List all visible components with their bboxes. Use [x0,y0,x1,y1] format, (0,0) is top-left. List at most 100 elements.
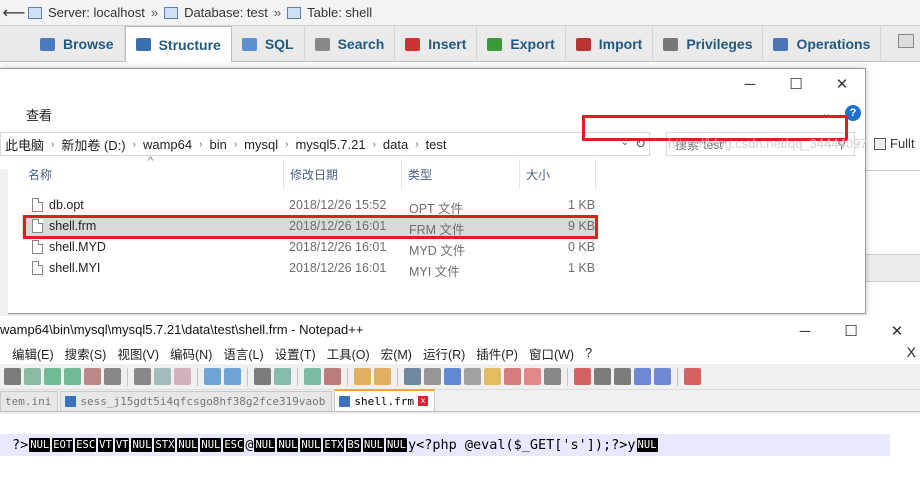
address-segment[interactable]: mysql [240,137,282,152]
menu-item[interactable]: ? [585,346,600,360]
tab-privileges[interactable]: Privileges [653,26,764,62]
toolbar-tool-icon[interactable] [44,368,61,385]
tab-structure[interactable]: Structure [124,26,232,62]
toolbar-tool-icon[interactable] [634,368,651,385]
chevron-down-icon[interactable]: ⌄ [822,107,831,120]
tab-insert[interactable]: Insert [395,26,478,62]
address-segment[interactable]: test [422,137,451,152]
tab-browse[interactable]: Browse [30,26,125,62]
menu-item[interactable]: 设置(T) [275,344,324,363]
toolbar-tool-icon[interactable] [444,368,461,385]
editor-area[interactable]: ?> NUL EOT ESC VT VT NUL STX NUL NUL ESC @ NUL NUL NUL… [0,414,920,478]
toolbar-tool-icon[interactable] [154,368,171,385]
close-document-icon[interactable]: X [907,344,916,360]
code-line[interactable]: ?> NUL EOT ESC VT VT NUL STX NUL NUL ESC @ NUL NUL NUL… [0,434,890,456]
toolbar-tool-icon[interactable] [524,368,541,385]
menu-item[interactable]: 工具(O) [327,344,378,363]
tab-search[interactable]: Search [305,26,396,62]
toolbar-tool-icon[interactable] [4,368,21,385]
toolbar-tool-icon[interactable] [464,368,481,385]
address-segment[interactable]: mysql5.7.21 [291,137,369,152]
tab-import[interactable]: Import [566,26,654,62]
tab-sql[interactable]: SQL [232,26,305,62]
toolbar-tool-icon[interactable] [174,368,191,385]
close-icon[interactable]: ✕ [819,69,865,99]
toolbar-tool-icon[interactable] [324,368,341,385]
menu-item[interactable]: 搜索(S) [65,344,115,363]
document-tab[interactable]: shell.frm x [334,389,436,411]
search-input[interactable]: 搜索"test" ⚲ [666,132,855,156]
fulltext-button[interactable]: Fullt [874,136,915,151]
toolbar-tool-icon[interactable] [224,368,241,385]
toolbar-tool-icon[interactable] [134,368,151,385]
minimize-icon[interactable]: ─ [727,69,773,99]
tab-operations[interactable]: Operations [763,26,882,62]
toolbar-tool-icon[interactable] [304,368,321,385]
close-tab-icon[interactable]: x [418,396,429,406]
breadcrumb-database[interactable]: Database: test [184,5,268,20]
file-row[interactable]: db.opt 2018/12/26 15:52 OPT 文件 1 KB [22,195,596,216]
toolbar-tool-icon[interactable] [64,368,81,385]
toolbar-tool-icon[interactable] [84,368,101,385]
toolbar-tool-icon[interactable] [544,368,561,385]
tab-export[interactable]: Export [477,26,566,62]
breadcrumb-server[interactable]: Server: localhost [48,5,145,20]
toolbar-tool-icon[interactable] [684,368,701,385]
column-header-name[interactable]: 名称 [22,159,284,189]
toolbar-tool-icon[interactable] [354,368,371,385]
document-tab[interactable]: sess_j15gdt5i4qfcsgo8hf38g2fce319vaob [60,391,333,411]
menu-item[interactable]: 宏(M) [381,344,420,363]
chevron-down-icon[interactable]: ⌄ [621,137,629,148]
help-icon[interactable]: ? [845,105,861,121]
toolbar-tool-icon[interactable] [424,368,441,385]
chevron-right-icon[interactable]: › [412,139,421,150]
menu-item[interactable]: 插件(P) [476,344,526,363]
toolbar-tool-icon[interactable] [614,368,631,385]
address-segment[interactable]: data [379,137,412,152]
address-segment[interactable]: wamp64 [139,137,196,152]
file-row[interactable]: shell.MYI 2018/12/26 16:01 MYI 文件 1 KB [22,258,596,279]
toolbar-tool-icon[interactable] [654,368,671,385]
tabs-overflow-icon[interactable] [898,34,914,48]
toolbar-tool-icon[interactable] [484,368,501,385]
toolbar-tool-icon[interactable] [254,368,271,385]
refresh-icon[interactable]: ↻ [635,136,646,152]
ribbon-tab-view[interactable]: 查看 [26,105,52,124]
toolbar-tool-icon[interactable] [574,368,591,385]
back-arrow-icon[interactable]: ⟵ [0,0,28,26]
menu-item[interactable]: 运行(R) [423,344,473,363]
toolbar-tool-icon[interactable] [24,368,41,385]
toolbar-tool-icon[interactable] [404,368,421,385]
menu-item[interactable]: 窗口(W) [529,344,582,363]
toolbar-tool-icon[interactable] [204,368,221,385]
chevron-right-icon[interactable]: › [196,139,205,150]
toolbar-tool-icon[interactable] [374,368,391,385]
toolbar-tool-icon[interactable] [104,368,121,385]
file-row[interactable]: shell.frm 2018/12/26 16:01 FRM 文件 9 KB [22,216,596,237]
address-segment[interactable]: 新加卷 (D:) [57,135,129,154]
maximize-icon[interactable]: ☐ [773,69,819,99]
address-segment[interactable]: 此电脑 [1,135,48,154]
menu-item[interactable]: 视图(V) [117,344,167,363]
menu-item[interactable]: 语言(L) [223,344,271,363]
menu-item[interactable]: 编辑(E) [12,344,62,363]
column-header-size[interactable]: 大小 [520,159,596,189]
menu-item[interactable]: 编码(N) [170,344,220,363]
chevron-right-icon[interactable]: › [370,139,379,150]
left-scrollbar[interactable] [0,169,8,315]
toolbar-tool-icon[interactable] [594,368,611,385]
chevron-right-icon[interactable]: › [231,139,240,150]
chevron-right-icon[interactable]: › [48,139,57,150]
column-header-type[interactable]: 类型 [402,159,520,189]
file-row[interactable]: shell.MYD 2018/12/26 16:01 MYD 文件 0 KB [22,237,596,258]
address-bar[interactable]: 此电脑 › 新加卷 (D:) › wamp64 › bin › mysql › mysql5.7.2… [0,132,650,156]
column-header-date[interactable]: 修改日期 [284,159,402,189]
npp-title-bar: wamp64\bin\mysql\mysql5.7.21\data\test\s… [0,316,920,342]
document-tab[interactable]: tem.ini [0,391,59,411]
toolbar-tool-icon[interactable] [504,368,521,385]
address-segment[interactable]: bin [205,137,230,152]
chevron-right-icon[interactable]: › [130,139,139,150]
toolbar-tool-icon[interactable] [274,368,291,385]
chevron-right-icon[interactable]: › [282,139,291,150]
breadcrumb-table[interactable]: Table: shell [307,5,372,20]
